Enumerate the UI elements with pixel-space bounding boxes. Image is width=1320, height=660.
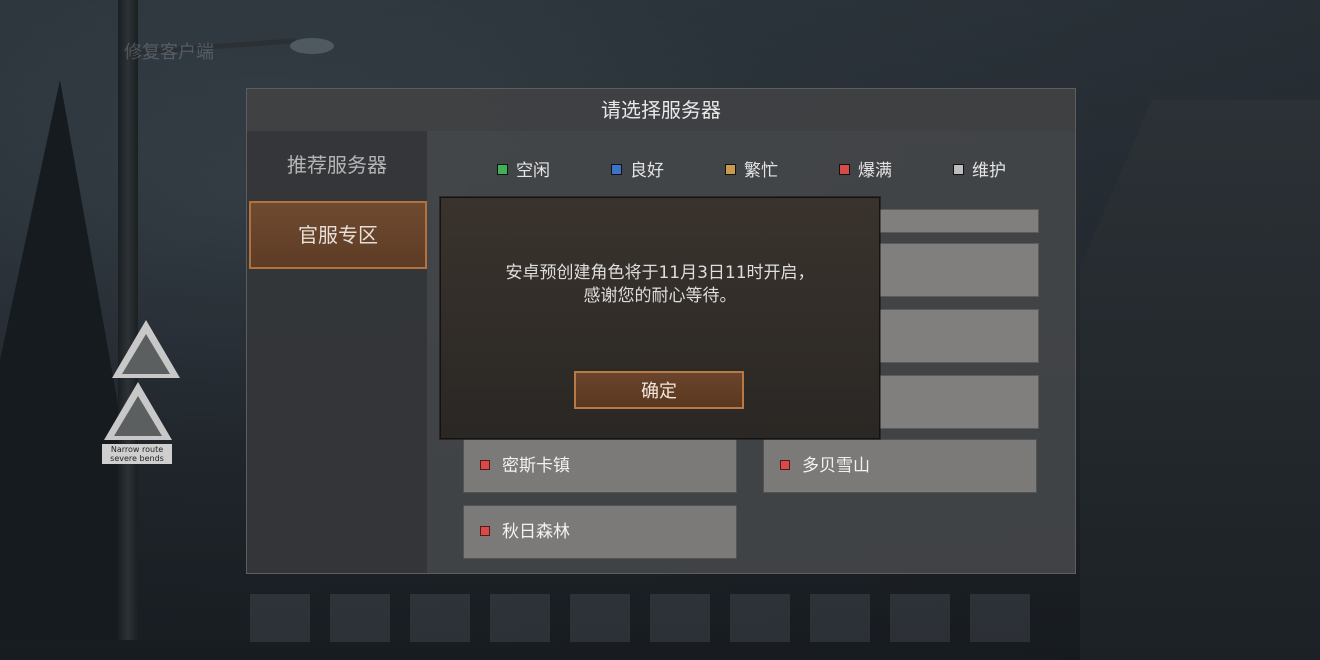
legend-item-maintenance: 维护	[953, 159, 1006, 183]
full-status-icon	[780, 460, 790, 470]
dialog-title: 请选择服务器	[247, 89, 1075, 131]
background-house	[1080, 100, 1320, 660]
server-slot-hidden[interactable]	[877, 309, 1039, 363]
deer-crossing-sign-icon	[104, 382, 172, 440]
server-slot-hidden[interactable]	[877, 375, 1039, 429]
server-button[interactable]: 密斯卡镇	[463, 439, 737, 493]
server-category-sidebar: 推荐服务器 官服专区	[247, 131, 427, 573]
server-slot-hidden[interactable]	[877, 209, 1039, 233]
notice-modal: 安卓预创建角色将于11月3日11时开启， 感谢您的耐心等待。 确定	[440, 197, 880, 439]
legend-item-idle: 空闲	[497, 159, 550, 183]
sidebar-item-recommended[interactable]: 推荐服务器	[247, 131, 427, 199]
background-lamp	[290, 38, 334, 54]
full-status-icon	[839, 164, 850, 175]
repair-client-link[interactable]: 修复客户端	[124, 38, 214, 64]
confirm-button[interactable]: 确定	[574, 371, 744, 409]
legend-item-full: 爆满	[839, 159, 892, 183]
good-status-icon	[611, 164, 622, 175]
full-status-icon	[480, 526, 490, 536]
notice-message: 安卓预创建角色将于11月3日11时开启， 感谢您的耐心等待。	[441, 262, 879, 308]
full-status-icon	[480, 460, 490, 470]
legend-item-good: 良好	[611, 159, 664, 183]
notice-message-line: 安卓预创建角色将于11月3日11时开启，	[505, 263, 815, 283]
server-slot-hidden[interactable]	[877, 243, 1039, 297]
server-status-legend: 空闲 良好 繁忙 爆满 维护	[497, 159, 1035, 183]
road-sign-text: Narrow route severe bends	[102, 444, 172, 464]
idle-status-icon	[497, 164, 508, 175]
warning-sign-icon	[112, 320, 180, 378]
maintenance-status-icon	[953, 164, 964, 175]
footer-legal-text	[250, 594, 1050, 642]
notice-message-line: 感谢您的耐心等待。	[583, 286, 737, 306]
server-button[interactable]: 多贝雪山	[763, 439, 1037, 493]
sidebar-item-official[interactable]: 官服专区	[249, 201, 427, 269]
busy-status-icon	[725, 164, 736, 175]
legend-item-busy: 繁忙	[725, 159, 778, 183]
server-button[interactable]: 秋日森林	[463, 505, 737, 559]
